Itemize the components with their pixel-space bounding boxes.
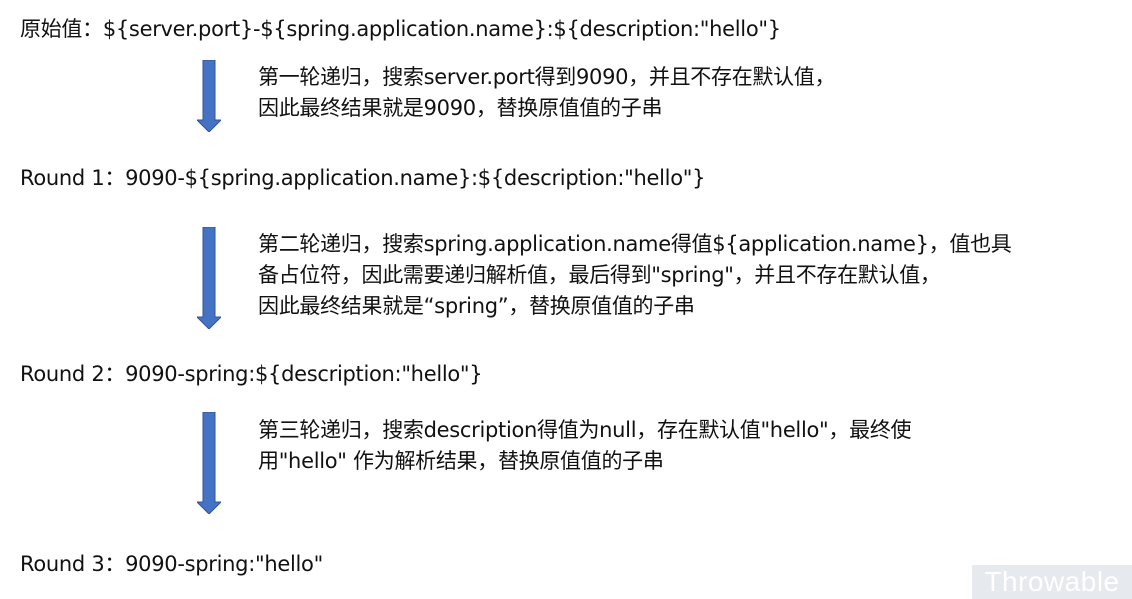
step-1-note: 第一轮递归，搜索server.port得到9090，并且不存在默认值， 因此最终… bbox=[258, 62, 836, 124]
round-2-value: 9090-spring:${description:"hello"} bbox=[125, 362, 483, 386]
step-3-line: 用"hello" 作为解析结果，替换原值值的子串 bbox=[258, 449, 664, 473]
original-expression: ${server.port}-${spring.application.name… bbox=[102, 17, 781, 41]
round-3-label: Round 3： bbox=[20, 552, 126, 576]
step-2-note: 第二轮递归，搜索spring.application.name得值${appli… bbox=[258, 229, 1012, 322]
original-label: 原始值： bbox=[20, 17, 103, 41]
down-arrow-icon bbox=[197, 60, 221, 132]
round-1-label: Round 1： bbox=[20, 166, 126, 190]
step-3-line: 第三轮递归，搜索description得值为null，存在默认值"hello"，… bbox=[258, 418, 912, 442]
step-1-line: 因此最终结果就是9090，替换原值值的子串 bbox=[258, 96, 663, 120]
round-3-value: 9090-spring:"hello" bbox=[125, 552, 323, 576]
step-2-line: 第二轮递归，搜索spring.application.name得值${appli… bbox=[258, 232, 1012, 256]
round-1-line: Round 1：9090-${spring.application.name}:… bbox=[20, 163, 705, 193]
down-arrow-icon bbox=[197, 412, 221, 514]
round-1-value: 9090-${spring.application.name}:${descri… bbox=[125, 166, 706, 190]
down-arrow-icon bbox=[197, 227, 221, 329]
step-1-line: 第一轮递归，搜索server.port得到9090，并且不存在默认值， bbox=[258, 65, 836, 89]
round-2-line: Round 2：9090-spring:${description:"hello… bbox=[20, 359, 483, 389]
round-3-line: Round 3：9090-spring:"hello" bbox=[20, 549, 323, 579]
step-2-line: 备占位符，因此需要递归解析值，最后得到"spring"，并且不存在默认值， bbox=[258, 263, 941, 287]
step-3-note: 第三轮递归，搜索description得值为null，存在默认值"hello"，… bbox=[258, 415, 912, 477]
watermark: Throwable bbox=[972, 565, 1132, 599]
round-2-label: Round 2： bbox=[20, 362, 126, 386]
step-2-line: 因此最终结果就是“spring”，替换原值值的子串 bbox=[258, 294, 695, 318]
original-value-line: 原始值：${server.port}-${spring.application.… bbox=[20, 14, 781, 44]
